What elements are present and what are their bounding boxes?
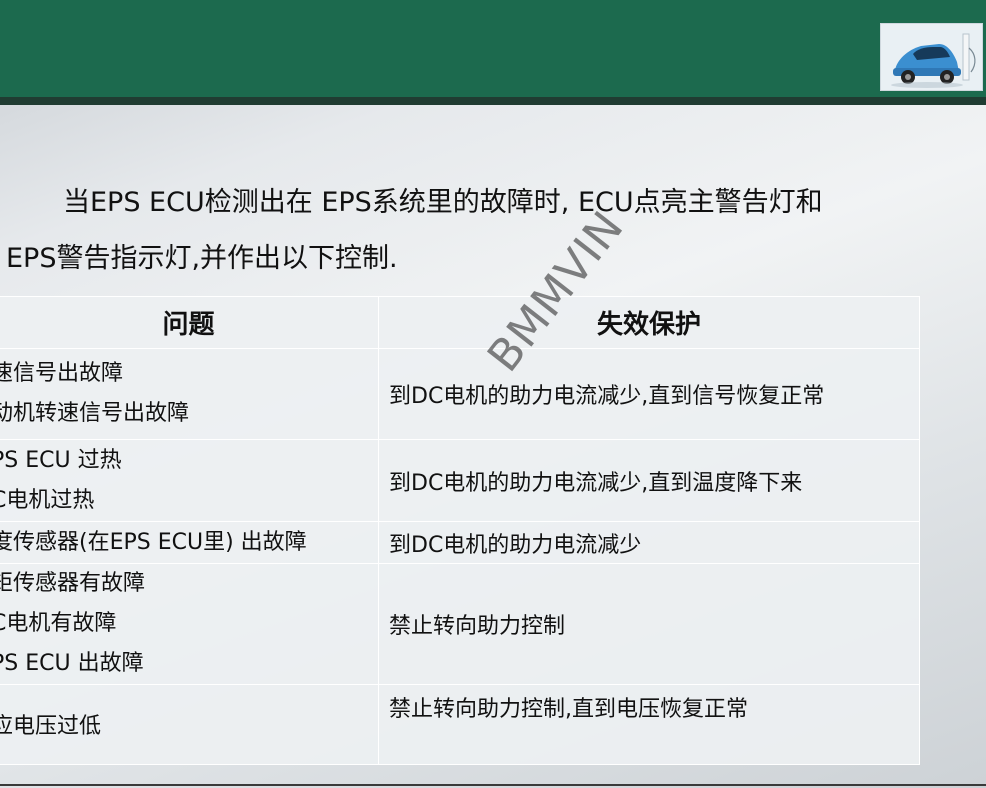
- table-row: 应电压过低 禁止转向助力控制,直到电压恢复正常: [0, 684, 920, 765]
- issue-cell: 矩传感器有故障 C电机有故障 PS ECU 出故障: [0, 563, 379, 685]
- issue-cell: 速信号出故障 动机转速信号出故障: [0, 348, 379, 440]
- table-header-row: 问题 失效保护: [0, 296, 920, 349]
- header-failsafe: 失效保护: [378, 296, 920, 349]
- protection-cell: 禁止转向助力控制,直到电压恢复正常: [378, 684, 920, 765]
- car-thumbnail-image: [880, 23, 983, 91]
- protection-cell: 到DC电机的助力电流减少,直到温度降下来: [378, 439, 920, 522]
- issue-line: PS ECU 出故障: [0, 651, 144, 676]
- bottom-divider: [0, 784, 986, 786]
- car-charging-icon: [881, 24, 982, 90]
- issue-line: 矩传感器有故障: [0, 571, 146, 596]
- header-problem: 问题: [0, 296, 379, 349]
- issue-line: 动机转速信号出故障: [0, 401, 190, 426]
- header-stripe: [0, 97, 986, 105]
- issue-cell: PS ECU 过热 C电机过热: [0, 439, 379, 522]
- issue-cell: 度传感器(在EPS ECU里) 出故障: [0, 521, 379, 564]
- issue-line: PS ECU 过热: [0, 447, 122, 473]
- header-bar: [0, 0, 986, 97]
- protection-cell: 到DC电机的助力电流减少,直到信号恢复正常: [378, 348, 920, 440]
- intro-line-2: EPS警告指示灯,并作出以下控制.: [6, 243, 398, 274]
- table-row: PS ECU 过热 C电机过热 到DC电机的助力电流减少,直到温度降下来: [0, 439, 920, 522]
- table-row: 矩传感器有故障 C电机有故障 PS ECU 出故障 禁止转向助力控制: [0, 563, 920, 685]
- table-row: 速信号出故障 动机转速信号出故障 到DC电机的助力电流减少,直到信号恢复正常: [0, 348, 920, 440]
- failsafe-table: 问题 失效保护 速信号出故障 动机转速信号出故障 到DC电机的助力电流减少,直到…: [0, 296, 920, 765]
- issue-line: 应电压过低: [0, 714, 102, 739]
- table-row: 度传感器(在EPS ECU里) 出故障 到DC电机的助力电流减少: [0, 521, 920, 564]
- intro-paragraph: 当EPS ECU检测出在 EPS系统里的故障时, ECU点亮主警告灯和 EPS警…: [6, 175, 906, 287]
- protection-cell: 到DC电机的助力电流减少: [378, 521, 920, 564]
- issue-cell: 应电压过低: [0, 684, 379, 765]
- issue-line: 度传感器(在EPS ECU里) 出故障: [0, 529, 307, 555]
- issue-line: C电机过热: [0, 487, 95, 513]
- intro-line-1: 当EPS ECU检测出在 EPS系统里的故障时, ECU点亮主警告灯和: [63, 187, 823, 218]
- issue-line: 速信号出故障: [0, 361, 124, 386]
- protection-cell: 禁止转向助力控制: [378, 563, 920, 685]
- issue-line: C电机有故障: [0, 611, 117, 636]
